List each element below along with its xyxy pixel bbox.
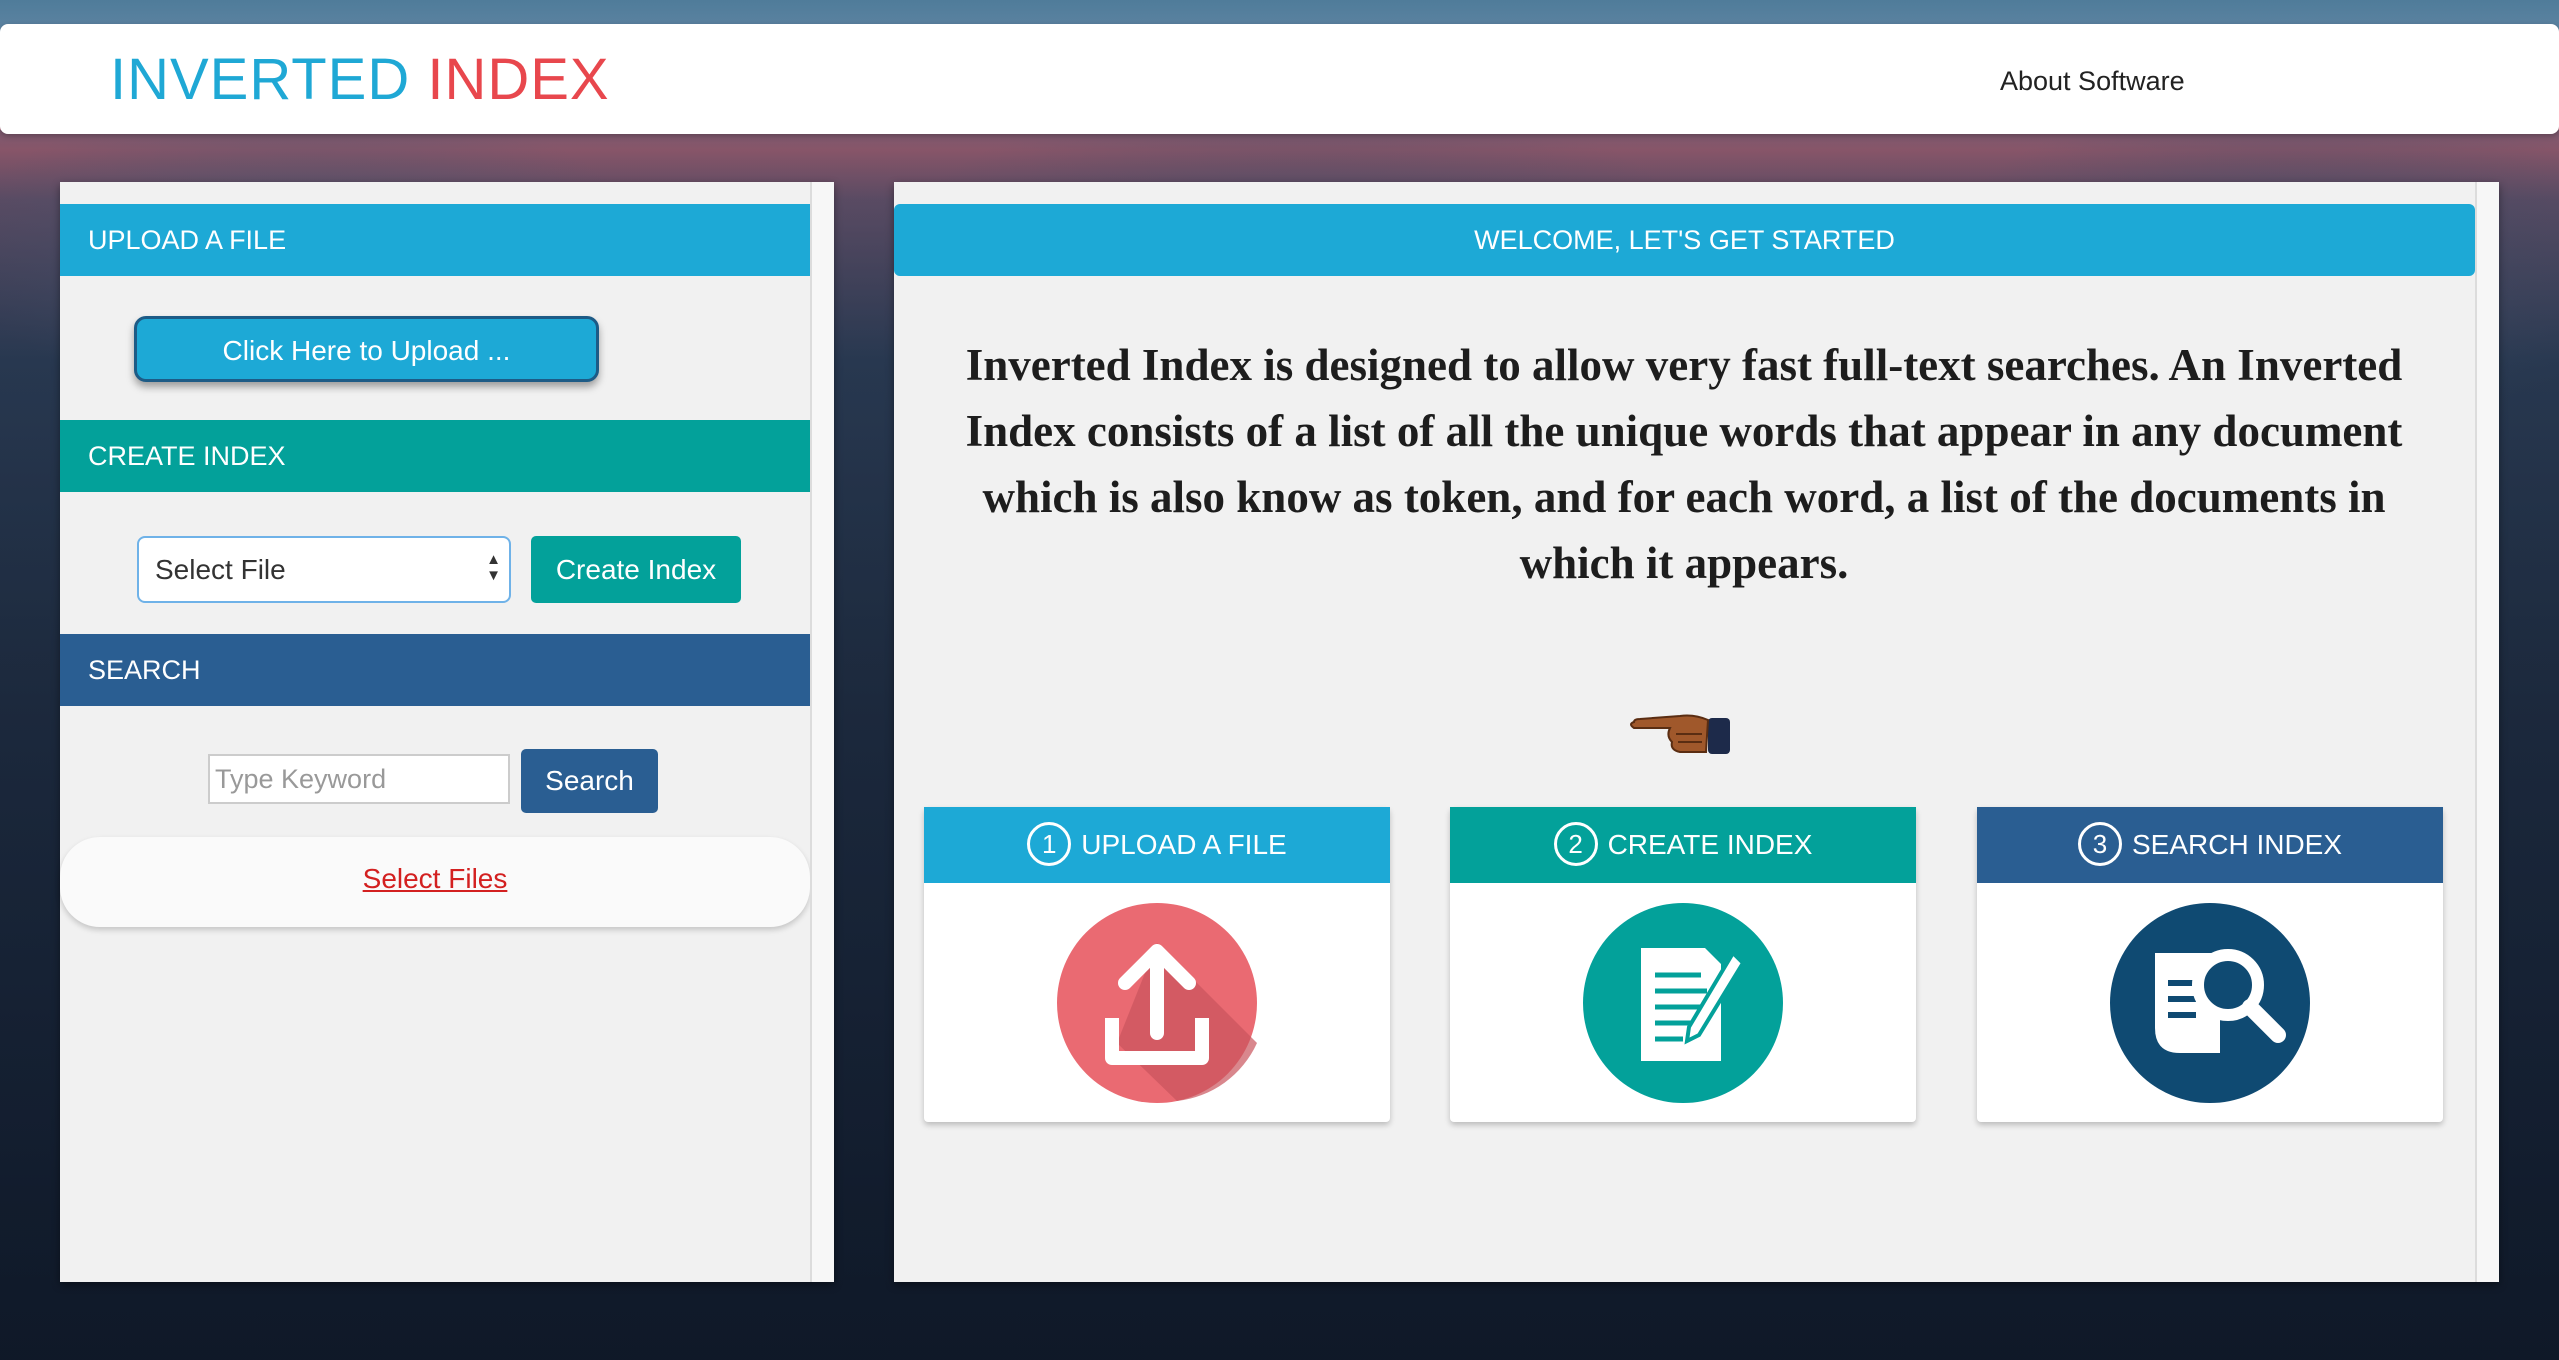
upload-section-header: UPLOAD A FILE bbox=[60, 204, 810, 276]
search-button[interactable]: Search bbox=[521, 749, 658, 813]
sidebar-content: UPLOAD A FILE Click Here to Upload ... C… bbox=[60, 182, 810, 1282]
about-software-link[interactable]: About Software bbox=[2000, 66, 2185, 97]
step-header-search: 3 SEARCH INDEX bbox=[1977, 807, 2443, 883]
files-list-box: Select Files bbox=[60, 837, 810, 927]
welcome-header: WELCOME, LET'S GET STARTED bbox=[894, 204, 2475, 276]
step-header-upload: 1 UPLOAD A FILE bbox=[924, 807, 1390, 883]
pointing-hand-icon bbox=[1630, 714, 1730, 754]
upload-button[interactable]: Click Here to Upload ... bbox=[134, 316, 599, 382]
step-header-create: 2 CREATE INDEX bbox=[1450, 807, 1916, 883]
search-section-header: SEARCH bbox=[60, 634, 810, 706]
step-card-upload[interactable]: 1 UPLOAD A FILE bbox=[924, 807, 1390, 1122]
keyword-search-input[interactable]: Type Keyword bbox=[208, 754, 510, 804]
step-label: UPLOAD A FILE bbox=[1081, 829, 1287, 860]
step-label: CREATE INDEX bbox=[1607, 829, 1813, 860]
step-number: 3 bbox=[2077, 821, 2122, 866]
top-navbar: INVERTED INDEX About Software bbox=[0, 24, 2559, 134]
select-files-link[interactable]: Select Files bbox=[60, 863, 810, 895]
step-card-create[interactable]: 2 CREATE INDEX bbox=[1450, 807, 1916, 1122]
step-card-search[interactable]: 3 SEARCH INDEX bbox=[1977, 807, 2443, 1122]
select-file-dropdown[interactable]: Select File ▲ ▼ bbox=[137, 536, 511, 603]
step-number: 2 bbox=[1553, 821, 1598, 866]
step-label: SEARCH INDEX bbox=[2131, 829, 2343, 860]
brand-word-index: INDEX bbox=[427, 47, 610, 112]
brand-word-inverted: INVERTED bbox=[110, 47, 411, 112]
document-edit-icon bbox=[1583, 903, 1783, 1103]
create-index-button[interactable]: Create Index bbox=[531, 536, 741, 603]
sidebar-scrollbar[interactable] bbox=[810, 182, 834, 1282]
main-panel: WELCOME, LET'S GET STARTED Inverted Inde… bbox=[894, 182, 2499, 1282]
upload-icon bbox=[1057, 903, 1257, 1103]
step-number: 1 bbox=[1027, 821, 1072, 866]
main-scrollbar[interactable] bbox=[2475, 182, 2499, 1282]
intro-text: Inverted Index is designed to allow very… bbox=[965, 340, 2403, 588]
sidebar-panel: UPLOAD A FILE Click Here to Upload ... C… bbox=[60, 182, 834, 1282]
select-arrows-icon: ▲ ▼ bbox=[486, 551, 501, 584]
brand-logo[interactable]: INVERTED INDEX bbox=[110, 46, 610, 113]
search-document-icon bbox=[2110, 903, 2310, 1103]
select-file-value: Select File bbox=[155, 554, 286, 585]
create-index-section-header: CREATE INDEX bbox=[60, 420, 810, 492]
